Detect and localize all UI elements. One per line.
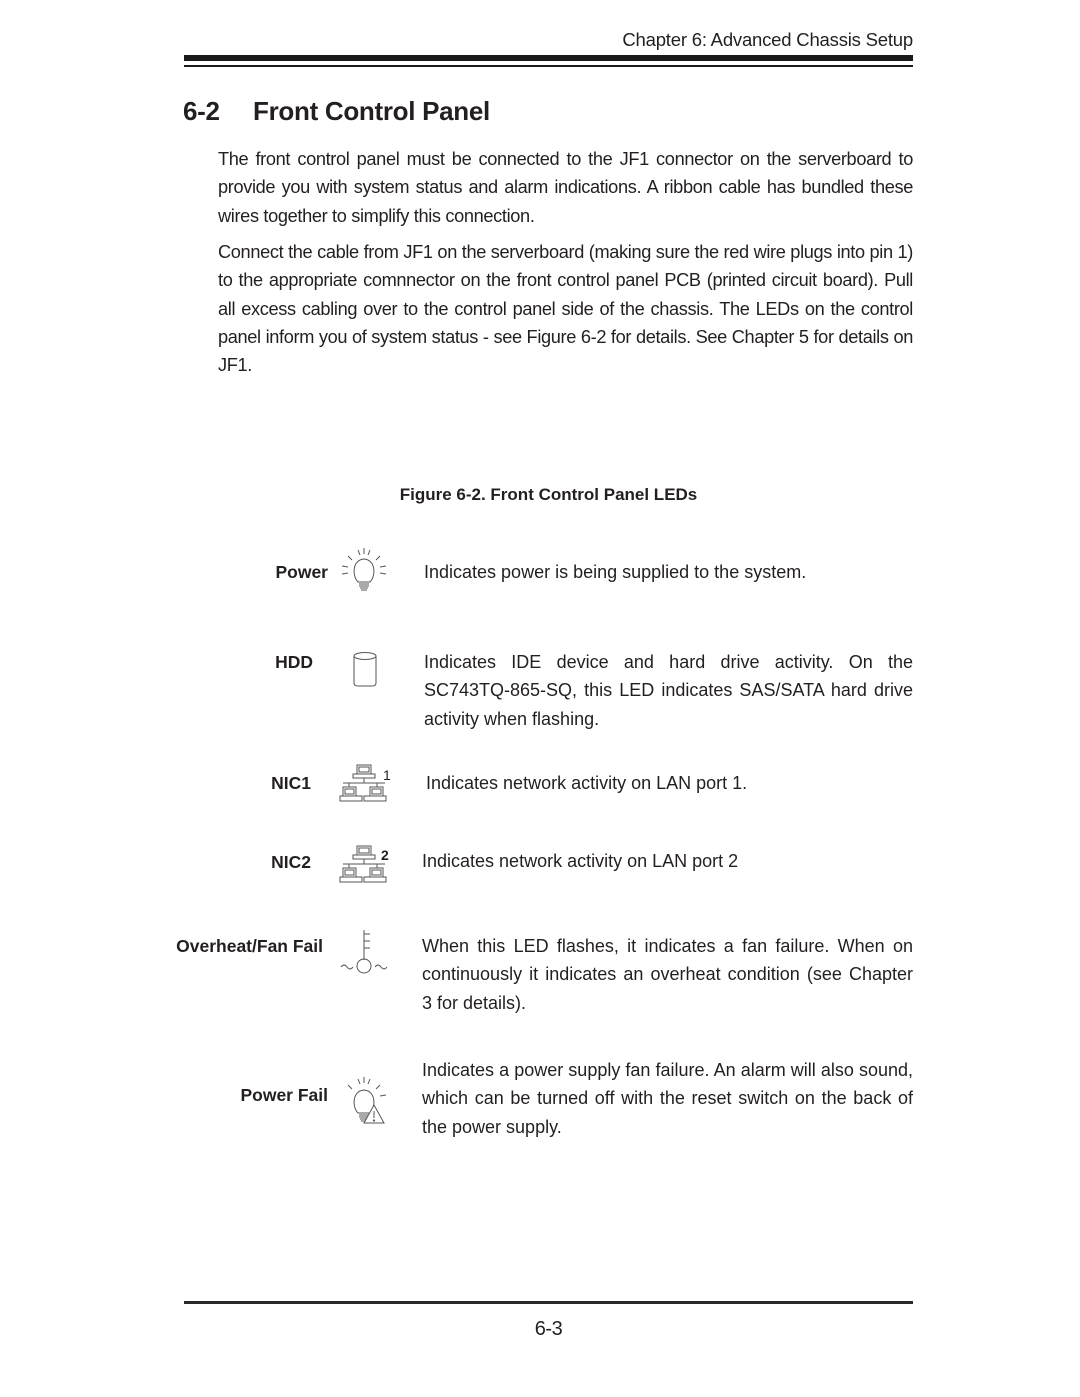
led-desc-overheat-fan-fail: When this LED flashes, it indicates a fa… xyxy=(422,936,913,1013)
section-number: 6-2 xyxy=(183,96,220,126)
network-icon: 1 xyxy=(339,763,391,807)
led-label-power: Power xyxy=(275,562,328,582)
header-rule-thin xyxy=(184,65,913,67)
footer-rule xyxy=(184,1301,913,1304)
led-label-nic1: NIC1 xyxy=(271,773,311,793)
section-heading: 6-2 Front Control Panel xyxy=(183,96,490,127)
led-desc-nic2: Indicates network activity on LAN port 2 xyxy=(422,851,739,871)
figure-caption: Figure 6-2. Front Control Panel LEDs xyxy=(399,485,698,504)
network-icon-port-number: 1 xyxy=(383,767,391,783)
hard-drive-cylinder-icon xyxy=(351,651,379,689)
led-desc-hdd: Indicates IDE device and hard drive acti… xyxy=(424,652,913,729)
led-label-nic2: NIC2 xyxy=(271,852,311,872)
network-icon: 2 xyxy=(339,844,391,888)
network-icon-port-number: 2 xyxy=(381,847,389,863)
led-label-hdd: HDD xyxy=(275,652,313,672)
intro-paragraph: The front control panel must be connecte… xyxy=(218,149,913,226)
lightbulb-warning-icon xyxy=(338,1075,390,1131)
led-desc-power-fail: Indicates a power supply fan failure. An… xyxy=(422,1060,913,1137)
header-rule-thick xyxy=(184,55,913,61)
led-desc-nic1: Indicates network activity on LAN port 1… xyxy=(426,773,748,793)
lightbulb-icon xyxy=(338,546,390,598)
led-label-overheat-fan-fail: Overheat/Fan Fail xyxy=(176,936,323,956)
page-number: 6-3 xyxy=(534,1318,563,1340)
led-desc-power: Indicates power is being supplied to the… xyxy=(424,562,807,582)
connection-paragraph: Connect the cable from JF1 on the server… xyxy=(218,242,913,376)
section-title: Front Control Panel xyxy=(253,96,490,126)
running-head: Chapter 6: Advanced Chassis Setup xyxy=(622,29,913,50)
led-label-power-fail: Power Fail xyxy=(240,1085,328,1105)
thermometer-fan-icon xyxy=(338,928,390,978)
